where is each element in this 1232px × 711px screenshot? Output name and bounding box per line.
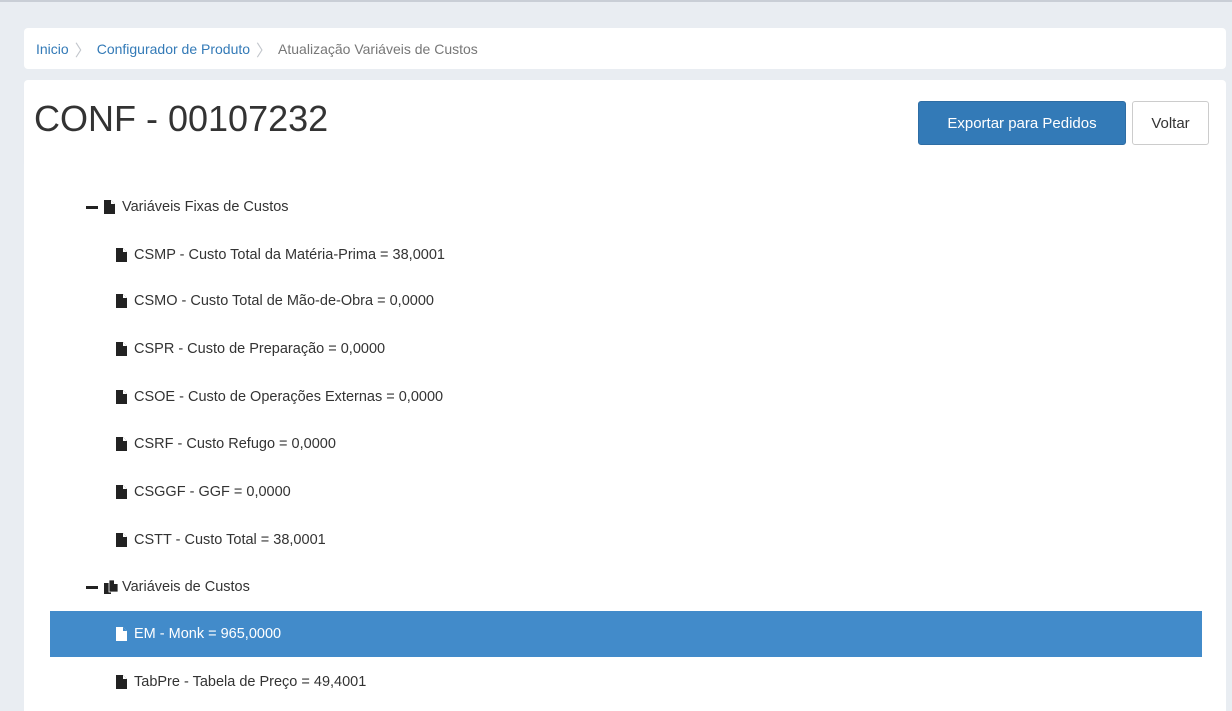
- page-header: CONF - 00107232 Exportar para Pedidos Vo…: [24, 80, 1226, 162]
- tree-leaf-label: CSOE - Custo de Operações Externas = 0,0…: [134, 389, 444, 405]
- tree-leaf-label: CSMO - Custo Total de Mão-de-Obra = 0,00…: [134, 293, 434, 309]
- tree-leaf-tabpre[interactable]: TabPre - Tabela de Preço = 49,4001: [50, 659, 1202, 705]
- breadcrumb-configurador-link[interactable]: Configurador de Produto: [97, 41, 250, 57]
- export-to-orders-button[interactable]: Exportar para Pedidos: [918, 101, 1126, 145]
- file-icon: [116, 484, 128, 500]
- file-icon: [116, 247, 128, 263]
- tree-leaf-csggf[interactable]: CSGGF - GGF = 0,0000: [50, 469, 1202, 515]
- tree-leaf-label: EM - Monk = 965,0000: [134, 626, 282, 642]
- files-icon: [104, 579, 118, 595]
- back-button[interactable]: Voltar: [1132, 101, 1209, 145]
- collapse-icon[interactable]: [86, 205, 98, 209]
- file-icon: [116, 532, 128, 548]
- file-icon: [116, 389, 128, 405]
- breadcrumb-separator: 〉: [256, 42, 273, 60]
- tree-leaf-csoe[interactable]: CSOE - Custo de Operações Externas = 0,0…: [50, 374, 1202, 420]
- tree-leaf-csmo[interactable]: CSMO - Custo Total de Mão-de-Obra = 0,00…: [50, 278, 1202, 324]
- file-icon: [116, 341, 128, 357]
- breadcrumb: Inicio 〉 Configurador de Produto 〉 Atual…: [24, 28, 1226, 69]
- cost-variables-tree: Variáveis Fixas de Custos CSMP - Custo T…: [24, 162, 1226, 711]
- file-icon: [104, 199, 116, 215]
- collapse-icon[interactable]: [86, 585, 98, 589]
- file-icon: [116, 436, 128, 452]
- tree-leaf-label: TabPre - Tabela de Preço = 49,4001: [134, 674, 367, 690]
- breadcrumb-home-link[interactable]: Inicio: [36, 41, 69, 57]
- tree-leaf-em-selected[interactable]: EM - Monk = 965,0000: [50, 611, 1202, 657]
- tree-leaf-cspr[interactable]: CSPR - Custo de Preparação = 0,0000: [50, 326, 1202, 372]
- tree-leaf-csrf[interactable]: CSRF - Custo Refugo = 0,0000: [50, 421, 1202, 467]
- breadcrumb-current: Atualização Variáveis de Custos: [278, 40, 478, 57]
- tree-node-cost-variables[interactable]: Variáveis de Custos: [50, 564, 1202, 610]
- tree-leaf-label: CSGGF - GGF = 0,0000: [134, 484, 291, 500]
- top-border: [0, 0, 1232, 2]
- page-title: CONF - 00107232: [34, 98, 329, 139]
- tree-leaf-label: CSTT - Custo Total = 38,0001: [134, 532, 326, 548]
- breadcrumb-separator: 〉: [74, 42, 91, 60]
- file-icon: [116, 674, 128, 690]
- tree-leaf-label: CSPR - Custo de Preparação = 0,0000: [134, 341, 386, 357]
- file-icon: [116, 293, 128, 309]
- tree-node-label: Variáveis Fixas de Custos: [122, 199, 289, 215]
- tree-leaf-label: CSRF - Custo Refugo = 0,0000: [134, 436, 336, 452]
- tree-node-fixed-cost-variables[interactable]: Variáveis Fixas de Custos: [50, 184, 1202, 230]
- tree-leaf-cstt[interactable]: CSTT - Custo Total = 38,0001: [50, 517, 1202, 563]
- tree-node-label: Variáveis de Custos: [122, 579, 250, 595]
- file-icon: [116, 626, 128, 642]
- tree-leaf-csmp[interactable]: CSMP - Custo Total da Matéria-Prima = 38…: [50, 232, 1202, 278]
- tree-leaf-label: CSMP - Custo Total da Matéria-Prima = 38…: [134, 247, 445, 263]
